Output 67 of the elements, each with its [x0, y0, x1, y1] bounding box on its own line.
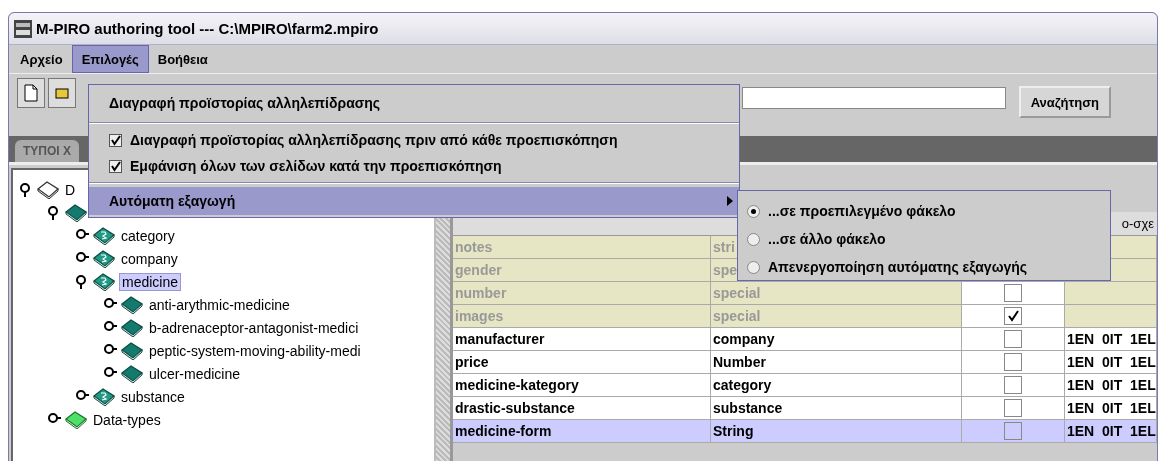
tree-item[interactable]: substance	[119, 388, 187, 405]
menu-item[interactable]: Εμφάνιση όλων των σελίδων κατά την προεπισκόπηση	[130, 158, 502, 174]
book-icon	[93, 272, 115, 291]
expanded-node-icon[interactable]	[47, 204, 61, 221]
checkbox[interactable]	[1004, 330, 1022, 348]
checkbox[interactable]	[1004, 376, 1022, 394]
menu-item[interactable]: Βοήθεια	[148, 45, 217, 73]
menu-item[interactable]: Διαγραφή προϊστορίας αλληλεπίδρασης	[89, 87, 739, 119]
table-cell: number	[453, 282, 711, 305]
tree-item[interactable]: ulcer-medicine	[147, 365, 243, 382]
radio-button[interactable]	[747, 260, 760, 274]
book-icon	[93, 226, 115, 245]
book-icon	[65, 203, 87, 222]
table-row[interactable]: medicine-kategory category 1EN 0IT 1EL	[453, 374, 1157, 397]
tree-item[interactable]: category	[119, 227, 177, 244]
menu-item[interactable]: Αυτόματη εξαγωγή	[89, 187, 739, 215]
book-icon	[65, 410, 87, 429]
tree-item[interactable]: medicine	[119, 272, 182, 291]
book-icon	[121, 318, 143, 337]
tree-item[interactable]: b-adrenaceptor-antagonist-medici	[147, 319, 361, 336]
book-icon	[121, 295, 143, 314]
table-cell: special	[711, 282, 962, 305]
window-title: M-PIRO authoring tool --- C:\MPIRO\farm2.mpiro	[36, 20, 379, 37]
book-icon	[37, 180, 59, 199]
table-row[interactable]: manufacturer company 1EN 0IT 1EL	[453, 328, 1157, 351]
book-icon	[93, 387, 115, 406]
table-cell: gender	[453, 259, 711, 282]
tree-item[interactable]: company	[119, 250, 180, 267]
tree-item[interactable]: anti-arythmic-medicine	[147, 296, 292, 313]
table-cell: images	[453, 305, 711, 328]
document-icon	[24, 84, 38, 102]
table-cell: special	[711, 305, 962, 328]
menu-item[interactable]: Αρχείο	[11, 45, 72, 73]
checkbox[interactable]	[1004, 284, 1022, 302]
table-cell: medicine-form	[453, 420, 711, 443]
expanded-node-icon[interactable]	[75, 273, 89, 290]
search-button[interactable]: Αναζήτηση	[1018, 86, 1111, 118]
column-header[interactable]: ο-σχε	[1121, 216, 1157, 231]
book-icon	[93, 249, 115, 268]
checkbox[interactable]	[1004, 307, 1022, 325]
book-icon	[121, 364, 143, 383]
menu-item[interactable]: ...σε προεπιλεγμένο φάκελο	[768, 203, 956, 219]
menu-item[interactable]: Διαγραφή προϊστορίας αλληλεπίδρασης πριν από κάθε προεπισκόπηση	[130, 132, 618, 148]
table-row[interactable]: medicine-form String 1EN 0IT 1EL	[453, 420, 1157, 443]
new-document-button[interactable]	[17, 78, 45, 108]
checkbox[interactable]	[1004, 422, 1022, 440]
radio-button[interactable]	[747, 232, 760, 246]
checkbox[interactable]	[1004, 399, 1022, 417]
table-cell: notes	[453, 236, 711, 259]
checkbox[interactable]	[109, 133, 122, 147]
checkbox[interactable]	[109, 159, 122, 173]
open-folder-button[interactable]	[48, 78, 76, 108]
menu-item[interactable]: Επιλογές	[71, 45, 149, 73]
checkbox[interactable]	[1004, 353, 1022, 371]
radio-button[interactable]	[747, 204, 760, 218]
table-cell: 1EN 0IT 1EL	[1065, 420, 1157, 443]
expanded-node-icon[interactable]	[19, 181, 33, 198]
app-logo-icon	[14, 19, 32, 38]
table-cell: String	[711, 420, 962, 443]
tree-item[interactable]: D	[63, 181, 78, 198]
book-icon	[121, 341, 143, 360]
tree-item[interactable]: Data-types	[91, 411, 163, 428]
table-row[interactable]: drastic-substance substance 1EN 0IT 1EL	[453, 397, 1157, 420]
search-field[interactable]	[741, 87, 1006, 109]
tree-item[interactable]: peptic-system-moving-ability-medi	[147, 342, 363, 359]
table-row[interactable]: price Number 1EN 0IT 1EL	[453, 351, 1157, 374]
submenu-arrow-icon	[727, 196, 733, 206]
